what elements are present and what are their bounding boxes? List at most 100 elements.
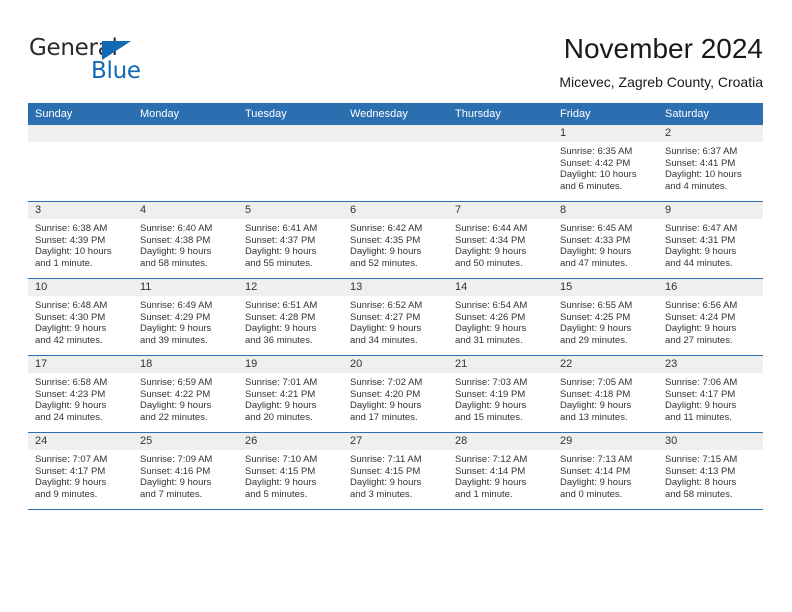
day-number-bar: 24	[28, 433, 133, 450]
daylight-text-line1: Daylight: 9 hours	[245, 477, 317, 489]
calendar-day-cell[interactable]: 1 Sunrise: 6:35 AM Sunset: 4:42 PM Daylight…	[553, 125, 658, 202]
day-details: Sunrise: 6:52 AM Sunset: 4:27 PM Daylight:…	[343, 296, 448, 346]
day-number: 14	[455, 281, 468, 293]
calendar-day-cell[interactable]: 11 Sunrise: 6:49 AM Sunset: 4:29 PM Dayligh…	[133, 278, 238, 356]
daylight-text-line2: and 50 minutes.	[455, 257, 523, 269]
sunrise-text: Sunrise: 6:45 AM	[560, 223, 633, 234]
calendar-day-cell[interactable]: 30 Sunrise: 7:15 AM Sunset: 4:13 PM Dayligh…	[658, 432, 763, 510]
day-number-bar: 6	[343, 202, 448, 219]
sunset-text: Sunset: 4:30 PM	[35, 311, 106, 323]
sunset-text: Sunset: 4:34 PM	[455, 234, 526, 246]
day-number-bar: 3	[28, 202, 133, 219]
sunrise-text: Sunrise: 6:51 AM	[245, 300, 318, 311]
calendar-day-cell[interactable]: 21 Sunrise: 7:03 AM Sunset: 4:19 PM Dayligh…	[448, 355, 553, 433]
day-number: 9	[665, 204, 672, 216]
generalblue-logo[interactable]: General Blue	[29, 36, 199, 86]
day-number-bar	[28, 125, 133, 142]
calendar-day-cell[interactable]: 10 Sunrise: 6:48 AM Sunset: 4:30 PM Dayligh…	[28, 278, 133, 356]
day-number-bar: 14	[448, 279, 553, 296]
daylight-text-line2: and 44 minutes.	[665, 257, 733, 269]
day-number: 2	[665, 127, 672, 139]
daylight-text-line1: Daylight: 9 hours	[350, 323, 422, 335]
daylight-text-line1: Daylight: 9 hours	[665, 246, 737, 258]
sunrise-text: Sunrise: 7:03 AM	[455, 377, 528, 388]
day-number-bar: 22	[553, 356, 658, 373]
sunrise-text: Sunrise: 7:11 AM	[350, 454, 422, 465]
daylight-text-line1: Daylight: 9 hours	[560, 323, 632, 335]
calendar-day-cell[interactable]: 12 Sunrise: 6:51 AM Sunset: 4:28 PM Dayligh…	[238, 278, 343, 356]
day-number: 23	[665, 358, 678, 370]
calendar-day-cell-empty	[238, 125, 343, 202]
sunrise-text: Sunrise: 6:35 AM	[560, 146, 633, 157]
day-details: Sunrise: 6:40 AM Sunset: 4:38 PM Daylight:…	[133, 219, 238, 269]
calendar-day-cell[interactable]: 25 Sunrise: 7:09 AM Sunset: 4:16 PM Dayligh…	[133, 432, 238, 510]
day-number-bar	[343, 125, 448, 142]
day-number: 25	[140, 435, 153, 447]
calendar-day-cell[interactable]: 5 Sunrise: 6:41 AM Sunset: 4:37 PM Daylight…	[238, 201, 343, 279]
calendar-day-cell[interactable]: 24 Sunrise: 7:07 AM Sunset: 4:17 PM Dayligh…	[28, 432, 133, 510]
day-number: 7	[455, 204, 462, 216]
sunrise-text: Sunrise: 6:58 AM	[35, 377, 108, 388]
sunset-text: Sunset: 4:31 PM	[665, 234, 736, 246]
sunrise-text: Sunrise: 7:07 AM	[35, 454, 108, 465]
sunset-text: Sunset: 4:39 PM	[35, 234, 106, 246]
calendar-day-cell[interactable]: 15 Sunrise: 6:55 AM Sunset: 4:25 PM Dayligh…	[553, 278, 658, 356]
daylight-text-line2: and 11 minutes.	[665, 411, 732, 423]
calendar-day-cell[interactable]: 29 Sunrise: 7:13 AM Sunset: 4:14 PM Dayligh…	[553, 432, 658, 510]
calendar-day-cell[interactable]: 27 Sunrise: 7:11 AM Sunset: 4:15 PM Dayligh…	[343, 432, 448, 510]
calendar-day-cell[interactable]: 20 Sunrise: 7:02 AM Sunset: 4:20 PM Dayligh…	[343, 355, 448, 433]
calendar-day-cell[interactable]: 7 Sunrise: 6:44 AM Sunset: 4:34 PM Daylight…	[448, 201, 553, 279]
sunset-text: Sunset: 4:19 PM	[455, 388, 526, 400]
calendar-day-cell[interactable]: 26 Sunrise: 7:10 AM Sunset: 4:15 PM Dayligh…	[238, 432, 343, 510]
day-details: Sunrise: 6:49 AM Sunset: 4:29 PM Daylight:…	[133, 296, 238, 346]
calendar-day-cell[interactable]: 4 Sunrise: 6:40 AM Sunset: 4:38 PM Daylight…	[133, 201, 238, 279]
daylight-text-line1: Daylight: 10 hours	[35, 246, 112, 258]
day-number-bar: 10	[28, 279, 133, 296]
sunset-text: Sunset: 4:24 PM	[665, 311, 736, 323]
weekday-header-sunday: Sunday	[28, 103, 133, 125]
day-details: Sunrise: 6:45 AM Sunset: 4:33 PM Daylight:…	[553, 219, 658, 269]
calendar-day-cell[interactable]: 2 Sunrise: 6:37 AM Sunset: 4:41 PM Daylight…	[658, 125, 763, 202]
daylight-text-line2: and 0 minutes.	[560, 488, 623, 500]
day-number: 13	[350, 281, 363, 293]
day-details: Sunrise: 6:47 AM Sunset: 4:31 PM Daylight:…	[658, 219, 763, 269]
calendar-day-cell[interactable]: 9 Sunrise: 6:47 AM Sunset: 4:31 PM Daylight…	[658, 201, 763, 279]
sunset-text: Sunset: 4:41 PM	[665, 157, 736, 169]
weekday-header-friday: Friday	[553, 103, 658, 125]
day-details: Sunrise: 7:12 AM Sunset: 4:14 PM Daylight:…	[448, 450, 553, 500]
calendar-table: Sunday Monday Tuesday Wednesday Thursday…	[28, 103, 763, 510]
calendar-day-cell[interactable]: 18 Sunrise: 6:59 AM Sunset: 4:22 PM Dayligh…	[133, 355, 238, 433]
calendar-day-cell[interactable]: 17 Sunrise: 6:58 AM Sunset: 4:23 PM Dayligh…	[28, 355, 133, 433]
sunrise-text: Sunrise: 6:52 AM	[350, 300, 423, 311]
daylight-text-line2: and 1 minute.	[35, 257, 93, 269]
daylight-text-line2: and 7 minutes.	[140, 488, 203, 500]
calendar-day-cell[interactable]: 8 Sunrise: 6:45 AM Sunset: 4:33 PM Daylight…	[553, 201, 658, 279]
day-number: 27	[350, 435, 363, 447]
daylight-text-line2: and 9 minutes.	[35, 488, 98, 500]
daylight-text-line1: Daylight: 9 hours	[245, 400, 317, 412]
calendar-day-cell[interactable]: 14 Sunrise: 6:54 AM Sunset: 4:26 PM Dayligh…	[448, 278, 553, 356]
day-number-bar: 15	[553, 279, 658, 296]
daylight-text-line2: and 22 minutes.	[140, 411, 208, 423]
day-number-bar: 8	[553, 202, 658, 219]
calendar-day-cell[interactable]: 16 Sunrise: 6:56 AM Sunset: 4:24 PM Dayligh…	[658, 278, 763, 356]
calendar-day-cell[interactable]: 28 Sunrise: 7:12 AM Sunset: 4:14 PM Dayligh…	[448, 432, 553, 510]
weekday-header-tuesday: Tuesday	[238, 103, 343, 125]
sunset-text: Sunset: 4:35 PM	[350, 234, 421, 246]
day-number: 16	[665, 281, 678, 293]
day-number-bar: 2	[658, 125, 763, 142]
calendar-day-cell[interactable]: 3 Sunrise: 6:38 AM Sunset: 4:39 PM Daylight…	[28, 201, 133, 279]
daylight-text-line1: Daylight: 9 hours	[140, 400, 212, 412]
day-details: Sunrise: 6:37 AM Sunset: 4:41 PM Daylight:…	[658, 142, 763, 192]
calendar-day-cell[interactable]: 19 Sunrise: 7:01 AM Sunset: 4:21 PM Dayligh…	[238, 355, 343, 433]
calendar-day-cell[interactable]: 6 Sunrise: 6:42 AM Sunset: 4:35 PM Daylight…	[343, 201, 448, 279]
sunset-text: Sunset: 4:17 PM	[665, 388, 736, 400]
day-number: 30	[665, 435, 678, 447]
daylight-text-line1: Daylight: 9 hours	[35, 477, 107, 489]
calendar-day-cell[interactable]: 23 Sunrise: 7:06 AM Sunset: 4:17 PM Dayligh…	[658, 355, 763, 433]
daylight-text-line2: and 1 minute.	[455, 488, 513, 500]
calendar-day-cell[interactable]: 13 Sunrise: 6:52 AM Sunset: 4:27 PM Dayligh…	[343, 278, 448, 356]
daylight-text-line2: and 55 minutes.	[245, 257, 313, 269]
day-number-bar: 5	[238, 202, 343, 219]
calendar-day-cell[interactable]: 22 Sunrise: 7:05 AM Sunset: 4:18 PM Dayligh…	[553, 355, 658, 433]
